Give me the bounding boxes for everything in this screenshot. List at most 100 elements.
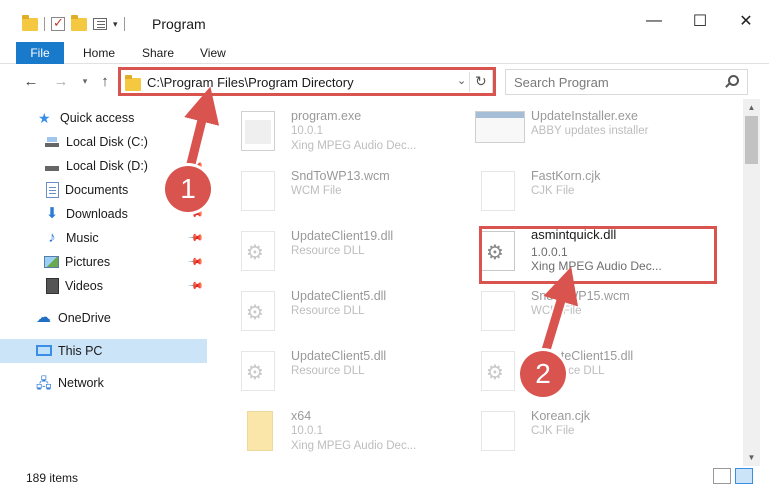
back-button[interactable]: ← [22,72,40,90]
customize-toolbar-chevron-icon[interactable]: ▾ [113,19,118,30]
list-item[interactable]: FastKorn.cjk CJK File [457,163,697,219]
tab-share[interactable]: Share [142,42,174,64]
window-controls: — ☐ ✕ [631,6,769,36]
new-folder-icon[interactable] [71,14,87,31]
sidebar-item-label: Network [58,376,104,390]
file-highlight-box [479,226,717,284]
properties-check-icon[interactable] [51,15,65,31]
minimize-button[interactable]: — [631,6,677,36]
navigation-bar: ← → ▾ ↑ C:\Program Files\Program Directo… [0,64,769,99]
quick-access-toolbar: ▾ [22,14,125,34]
search-icon[interactable] [728,75,739,86]
maximize-button[interactable]: ☐ [677,6,723,36]
file-detail: CJK File [531,425,575,437]
sidebar-item-label: Pictures [65,255,111,269]
file-name: FastKorn.cjk [531,169,601,183]
toolbar-divider [123,17,125,31]
tab-home[interactable]: Home [83,42,115,64]
tab-view[interactable]: View [200,42,226,64]
dll-icon [241,291,275,331]
step-badge-1: 1 [165,166,211,212]
sidebar-item-label: Local Disk (C:) [66,135,148,149]
up-button[interactable]: ↑ [96,72,114,90]
this-pc-icon [36,344,52,356]
file-name: Korean.cjk [531,409,591,423]
sidebar-item-label: This PC [58,344,103,358]
properties-icon[interactable] [93,18,107,30]
view-switcher [713,468,753,484]
file-list: program.exe 10.0.1 Xing MPEG Audio Dec..… [207,99,743,466]
details-view-icon[interactable] [713,468,731,484]
step-badge-2: 2 [520,351,566,397]
pin-icon: 📌 [186,277,204,295]
file-name: SndToWP13.wcm [291,169,390,183]
file-icon [481,291,515,331]
folder-icon [247,411,273,451]
local-disk-icon [44,158,60,174]
installer-icon [475,111,525,143]
scroll-down-icon[interactable]: ▼ [743,449,760,466]
sidebar-item-network[interactable]: 🖧 Network [0,371,207,395]
vertical-scrollbar[interactable]: ▲ ▼ [743,99,760,466]
close-button[interactable]: ✕ [723,6,769,36]
file-name: SndToWP15.wcm [531,289,630,303]
file-name: UpdateInstaller.exe [531,109,639,123]
file-detail: WCM File [291,185,342,197]
sidebar-item-videos[interactable]: Videos 📌 [0,274,207,298]
dll-icon [481,351,515,391]
sidebar-item-pictures[interactable]: Pictures 📌 [0,250,207,274]
sidebar-item-music[interactable]: ♪ Music 📌 [0,226,207,250]
tab-file[interactable]: File [16,42,64,64]
scrollbar-thumb[interactable] [745,116,758,164]
list-item[interactable]: program.exe 10.0.1 Xing MPEG Audio Dec..… [217,103,457,159]
list-item[interactable]: UpdateClient5.dll Resource DLL [217,283,457,339]
list-item[interactable]: UpdateClient5.dll Resource DLL [217,343,457,399]
file-icon [481,171,515,211]
list-item[interactable]: SndToWP13.wcm WCM File [217,163,457,219]
dll-icon [241,351,275,391]
list-item[interactable]: UpdateClient15.dll Resource DLL [457,343,697,399]
folder-icon[interactable] [22,14,38,31]
file-detail: Xing MPEG Audio Dec... [291,140,417,152]
file-name: x64 [291,409,312,423]
status-bar: 189 items [0,466,769,503]
file-detail: 10.0.1 [291,125,323,137]
sidebar-item-label: Music [66,231,99,245]
file-name: program.exe [291,109,362,123]
file-detail: ABBY updates installer [531,125,649,137]
sidebar-item-label: Videos [65,279,103,293]
forward-button[interactable]: → [52,72,70,90]
videos-icon [46,278,59,294]
scroll-up-icon[interactable]: ▲ [743,99,760,116]
sidebar-item-this-pc[interactable]: This PC [0,339,207,363]
navigation-pane: ★ Quick access Local Disk (C:) Local Dis… [0,99,207,466]
list-item[interactable]: UpdateClient19.dll Resource DLL [217,223,457,279]
list-item[interactable]: SndToWP15.wcm WCM File [457,283,697,339]
list-item[interactable]: Korean.cjk CJK File [457,403,697,459]
file-name: UpdateClient19.dll [291,229,394,243]
pin-icon: 📌 [186,253,204,271]
list-item[interactable]: UpdateInstaller.exe ABBY updates install… [457,103,697,159]
file-detail: Xing MPEG Audio Dec... [291,440,417,452]
window-title: Program [152,16,206,32]
local-disk-icon [44,134,60,150]
dll-icon [241,231,275,271]
search-input[interactable] [514,71,724,93]
file-name: UpdateClient5.dll [291,289,387,303]
toolbar-divider [44,17,45,31]
pictures-icon [44,256,59,268]
file-detail: 10.0.1 [291,425,323,437]
file-icon [481,411,515,451]
search-box[interactable] [505,69,748,95]
sidebar-item-quick-access[interactable]: ★ Quick access [0,106,207,130]
file-detail: Resource DLL [291,365,365,377]
file-detail: WCM File [531,305,582,317]
music-icon: ♪ [48,229,56,246]
sidebar-item-label: Downloads [66,207,128,221]
file-detail: Resource DLL [291,305,365,317]
sidebar-item-onedrive[interactable]: ☁ OneDrive [0,306,207,330]
tiles-view-icon[interactable] [735,468,753,484]
recent-locations-button[interactable]: ▾ [76,72,94,90]
sidebar-item-local-disk-c[interactable]: Local Disk (C:) [0,130,207,154]
list-item[interactable]: x64 10.0.1 Xing MPEG Audio Dec... [217,403,457,459]
